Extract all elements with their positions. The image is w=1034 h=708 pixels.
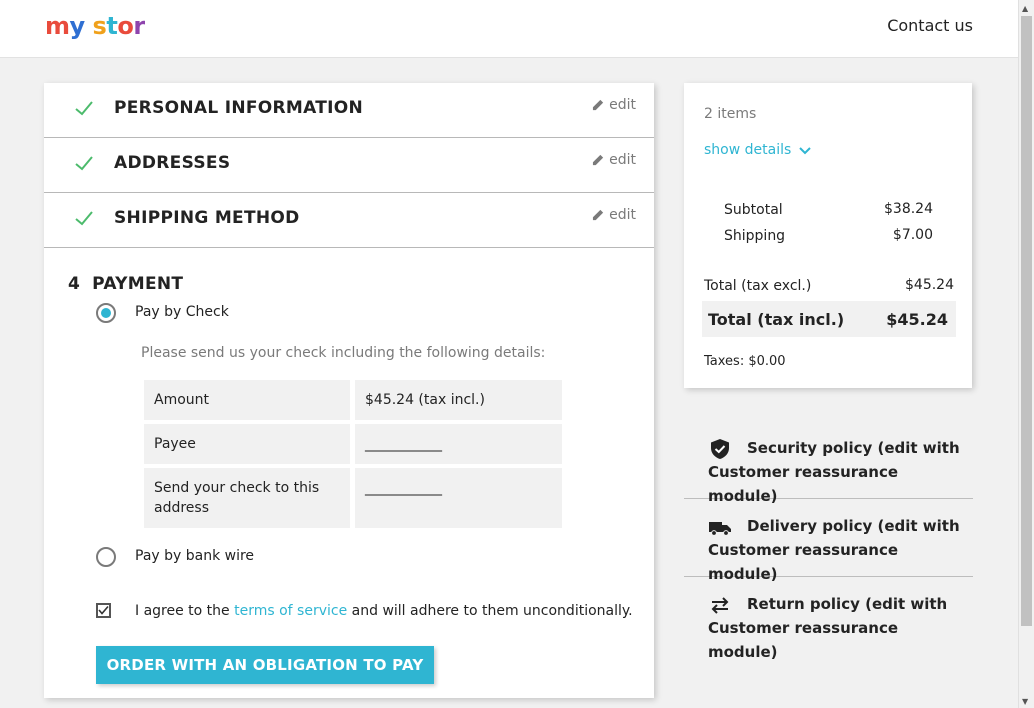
subtotal-label: Subtotal: [724, 202, 783, 218]
detail-label: Payee: [144, 424, 350, 464]
store-logo-image: my store: [45, 12, 161, 40]
edit-label: edit: [609, 97, 636, 113]
check-icon: [75, 211, 93, 226]
pay-by-check-label[interactable]: Pay by Check: [135, 304, 229, 320]
page-scrollbar[interactable]: ▲ ▼: [1018, 0, 1034, 708]
edit-personal-information-link[interactable]: edit: [592, 97, 636, 113]
total-excl-label: Total (tax excl.): [704, 278, 812, 294]
step-title: SHIPPING METHOD: [114, 208, 300, 228]
shipping-value: $7.00: [892, 227, 933, 243]
payment-title: 4 PAYMENT: [68, 274, 183, 294]
terms-checkbox[interactable]: [96, 603, 111, 618]
reassurance-delivery: Delivery policy (edit with Customer reas…: [684, 499, 973, 583]
pencil-icon: [593, 99, 604, 111]
step-title: ADDRESSES: [114, 153, 231, 173]
agree-suffix: and will adhere to them unconditionally.: [347, 603, 633, 619]
scroll-down-arrow-icon[interactable]: ▼: [1022, 697, 1028, 706]
step-title: PERSONAL INFORMATION: [114, 98, 364, 118]
svg-text:my store: my store: [45, 12, 145, 40]
terms-agreement-text: I agree to the terms of service and will…: [135, 603, 633, 619]
shipping-label: Shipping: [724, 228, 786, 244]
step-title: PAYMENT: [92, 274, 184, 294]
step-personal-information: PERSONAL INFORMATION edit: [44, 83, 654, 138]
detail-value: ___________: [355, 424, 562, 464]
checkmark-icon: [98, 605, 109, 615]
scroll-thumb[interactable]: [1021, 16, 1032, 626]
step-shipping-method: SHIPPING METHOD edit: [44, 193, 654, 248]
agree-prefix: I agree to the: [135, 603, 235, 619]
detail-value: ___________: [355, 468, 562, 528]
pencil-icon: [593, 209, 604, 221]
detail-label: Amount: [144, 380, 350, 420]
terms-of-service-link[interactable]: terms of service: [234, 603, 347, 619]
edit-addresses-link[interactable]: edit: [592, 152, 636, 168]
items-count: 2 items: [704, 106, 757, 122]
order-button[interactable]: ORDER WITH AN OBLIGATION TO PAY: [96, 646, 434, 684]
edit-shipping-method-link[interactable]: edit: [592, 207, 636, 223]
reassurance-text: Delivery policy (edit with Customer reas…: [708, 517, 960, 583]
total-incl-value: $45.24: [886, 310, 948, 329]
reassurance-text: Security policy (edit with Customer reas…: [708, 439, 960, 505]
checkout-steps-panel: PERSONAL INFORMATION edit ADDRESSES edit…: [44, 83, 654, 698]
total-incl-label: Total (tax incl.): [708, 310, 845, 329]
detail-value: $45.24 (tax incl.): [355, 380, 562, 420]
reassurance-security: Security policy (edit with Customer reas…: [684, 421, 973, 505]
site-header: my store Contact us: [0, 0, 1018, 58]
detail-label: Send your check to this address: [144, 468, 350, 528]
check-icon: [75, 156, 93, 171]
check-icon: [75, 101, 93, 116]
show-details-label: show details: [704, 142, 792, 158]
step-number: 4: [68, 274, 81, 294]
total-incl-row: Total (tax incl.) $45.24: [702, 301, 956, 337]
edit-label: edit: [609, 152, 636, 168]
show-details-toggle[interactable]: show details: [704, 142, 811, 158]
pay-by-bank-wire-radio[interactable]: [96, 547, 116, 567]
subtotal-value: $38.24: [884, 201, 933, 217]
pay-by-bank-wire-label[interactable]: Pay by bank wire: [135, 548, 254, 564]
pay-by-check-radio[interactable]: [96, 303, 116, 323]
cart-summary: 2 items show details Subtotal $38.24 Shi…: [684, 83, 972, 388]
reassurance-return: Return policy (edit with Customer reassu…: [684, 577, 973, 661]
step-addresses: ADDRESSES edit: [44, 138, 654, 193]
contact-us-link[interactable]: Contact us: [887, 16, 973, 35]
edit-label: edit: [609, 207, 636, 223]
total-excl-value: $45.24: [905, 277, 954, 293]
scroll-up-arrow-icon[interactable]: ▲: [1022, 4, 1028, 13]
reassurance-text: Return policy (edit with Customer reassu…: [708, 595, 948, 661]
taxes-line: Taxes: $0.00: [704, 354, 786, 369]
check-instructions: Please send us your check including the …: [141, 345, 546, 361]
store-logo[interactable]: my store: [45, 10, 161, 48]
pencil-icon: [593, 154, 604, 166]
chevron-down-icon: [799, 147, 811, 155]
